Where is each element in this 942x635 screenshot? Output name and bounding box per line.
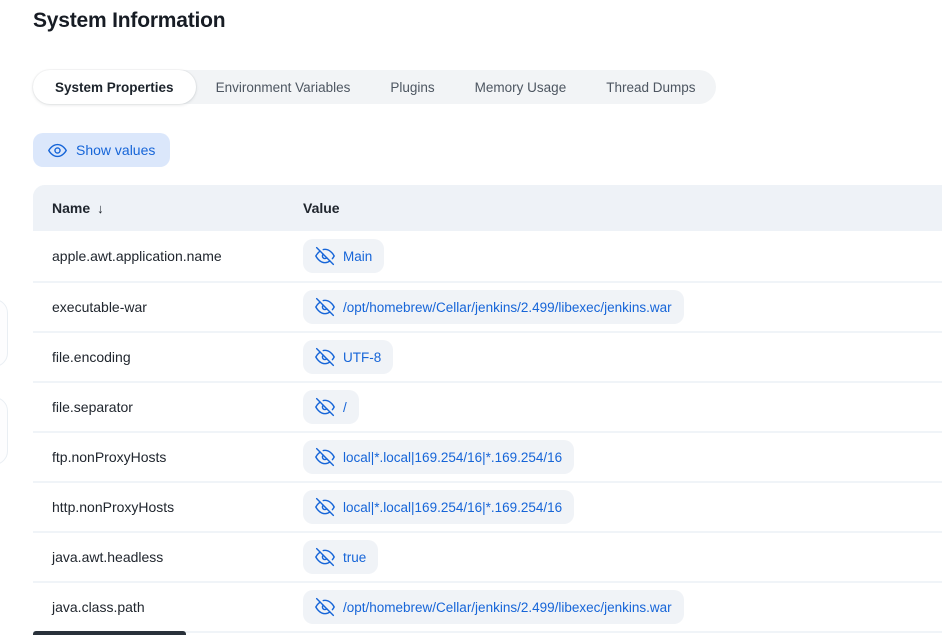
table-row: apple.awt.application.name Main — [33, 231, 942, 281]
hidden-value-chip[interactable]: local|*.local|169.254/16|*.169.254/16 — [303, 440, 574, 474]
table-row: http.nonProxyHosts local|*.local|169.254… — [33, 481, 942, 531]
cutoff-panel-fragment — [0, 299, 8, 367]
column-header-value: Value — [303, 200, 942, 216]
tab-memory-usage[interactable]: Memory Usage — [455, 70, 587, 104]
hidden-value-chip[interactable]: / — [303, 390, 359, 424]
property-name: java.class.path — [33, 599, 303, 615]
hidden-value-text: local|*.local|169.254/16|*.169.254/16 — [343, 450, 562, 465]
table-header: Name ↓ Value — [33, 185, 942, 231]
show-values-button[interactable]: Show values — [33, 133, 170, 167]
sort-descending-icon: ↓ — [97, 201, 104, 216]
column-header-name[interactable]: Name ↓ — [33, 200, 303, 216]
property-value-cell: UTF-8 — [303, 340, 942, 374]
hidden-value-chip[interactable]: true — [303, 540, 378, 574]
eye-slash-icon — [315, 347, 335, 367]
hidden-value-text: Main — [343, 249, 372, 264]
property-name: apple.awt.application.name — [33, 248, 303, 264]
hidden-value-text: / — [343, 400, 347, 415]
eye-slash-icon — [315, 597, 335, 617]
table-row: java.awt.headless true — [33, 531, 942, 581]
hidden-value-chip[interactable]: UTF-8 — [303, 340, 393, 374]
cutoff-panel-fragment — [0, 397, 8, 465]
property-value-cell: true — [303, 540, 942, 574]
property-value-cell: / — [303, 390, 942, 424]
eye-icon — [48, 141, 67, 160]
hidden-value-text: local|*.local|169.254/16|*.169.254/16 — [343, 500, 562, 515]
hidden-value-text: /opt/homebrew/Cellar/jenkins/2.499/libex… — [343, 300, 672, 315]
hidden-value-text: true — [343, 550, 366, 565]
hidden-value-text: UTF-8 — [343, 350, 381, 365]
hidden-value-text: /opt/homebrew/Cellar/jenkins/2.499/libex… — [343, 600, 672, 615]
tooltip-fragment — [33, 631, 186, 635]
table-row: java.class.path /opt/homebrew/Cellar/jen… — [33, 581, 942, 631]
table-row: file.separator / — [33, 381, 942, 431]
property-value-cell: Main — [303, 239, 942, 273]
show-values-label: Show values — [76, 142, 155, 158]
page-title: System Information — [33, 9, 225, 33]
property-name: ftp.nonProxyHosts — [33, 449, 303, 465]
property-name: file.separator — [33, 399, 303, 415]
property-name: executable-war — [33, 299, 303, 315]
eye-slash-icon — [315, 547, 335, 567]
system-properties-table: Name ↓ Value apple.awt.application.name … — [33, 185, 942, 635]
property-value-cell: local|*.local|169.254/16|*.169.254/16 — [303, 440, 942, 474]
eye-slash-icon — [315, 497, 335, 517]
hidden-value-chip[interactable]: /opt/homebrew/Cellar/jenkins/2.499/libex… — [303, 590, 684, 624]
property-name: http.nonProxyHosts — [33, 499, 303, 515]
hidden-value-chip[interactable]: /opt/homebrew/Cellar/jenkins/2.499/libex… — [303, 290, 684, 324]
name-column-label: Name — [52, 200, 90, 216]
property-value-cell: /opt/homebrew/Cellar/jenkins/2.499/libex… — [303, 290, 942, 324]
property-name: java.awt.headless — [33, 549, 303, 565]
property-value-cell: /opt/homebrew/Cellar/jenkins/2.499/libex… — [303, 590, 942, 624]
property-name: file.encoding — [33, 349, 303, 365]
eye-slash-icon — [315, 397, 335, 417]
table-row: ftp.nonProxyHosts local|*.local|169.254/… — [33, 431, 942, 481]
property-value-cell: local|*.local|169.254/16|*.169.254/16 — [303, 490, 942, 524]
tab-thread-dumps[interactable]: Thread Dumps — [586, 70, 715, 104]
tab-bar: System Properties Environment Variables … — [33, 70, 716, 104]
eye-slash-icon — [315, 246, 335, 266]
table-row: file.encoding UTF-8 — [33, 331, 942, 381]
eye-slash-icon — [315, 297, 335, 317]
tab-system-properties[interactable]: System Properties — [33, 70, 196, 104]
hidden-value-chip[interactable]: local|*.local|169.254/16|*.169.254/16 — [303, 490, 574, 524]
eye-slash-icon — [315, 447, 335, 467]
table-row: executable-war /opt/homebrew/Cellar/jenk… — [33, 281, 942, 331]
tab-plugins[interactable]: Plugins — [370, 70, 454, 104]
tab-environment-variables[interactable]: Environment Variables — [196, 70, 371, 104]
hidden-value-chip[interactable]: Main — [303, 239, 384, 273]
